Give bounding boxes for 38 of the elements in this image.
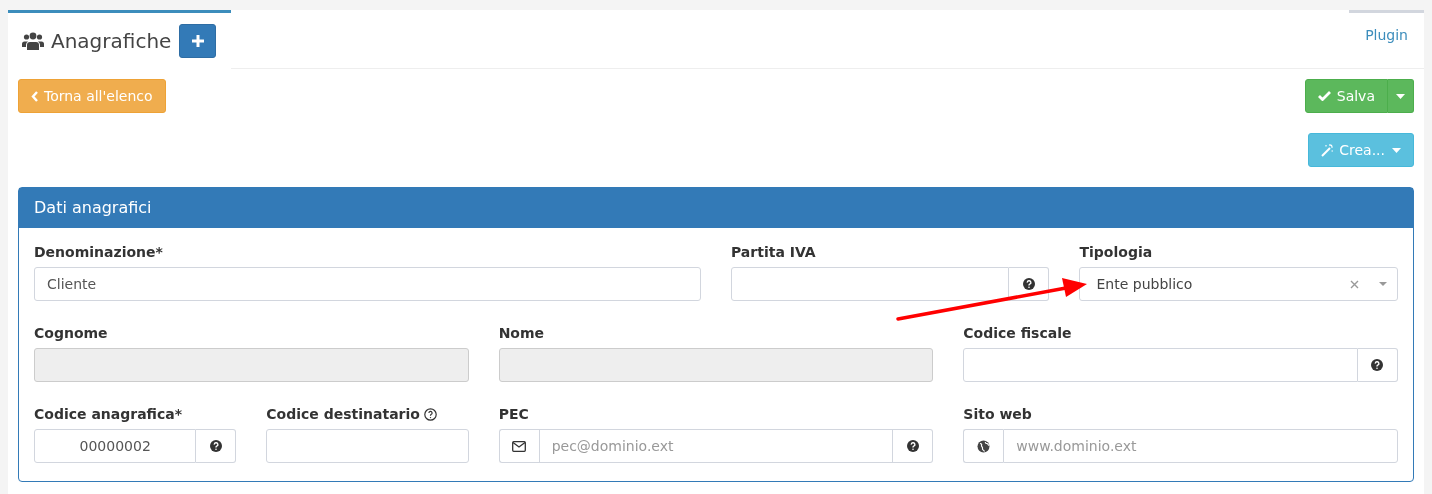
input-field[interactable] xyxy=(963,348,1358,382)
magic-wand-icon xyxy=(1321,143,1335,157)
check-icon xyxy=(1317,91,1331,101)
save-dropdown-button[interactable] xyxy=(1388,79,1414,113)
field-label: Codice fiscale xyxy=(963,323,1072,343)
envelope-icon xyxy=(512,440,527,452)
input-field[interactable]: Cliente xyxy=(34,267,701,301)
input-field[interactable]: 00000002 xyxy=(34,429,197,463)
input-field[interactable] xyxy=(731,267,1010,301)
help-icon xyxy=(209,440,222,452)
field-label: Tipologia xyxy=(1079,242,1153,262)
plus-icon xyxy=(191,35,204,47)
select-field[interactable]: Ente pubblico xyxy=(1079,267,1398,301)
field-label: Nome xyxy=(498,323,545,343)
help-icon xyxy=(906,440,919,452)
tab[interactable]: Plugin xyxy=(1349,10,1424,68)
add-button[interactable] xyxy=(179,24,217,58)
input-field[interactable] xyxy=(266,429,469,463)
field-label: Denominazione* xyxy=(34,242,163,262)
caret-icon xyxy=(1396,93,1405,99)
field-label: Sito web xyxy=(963,404,1032,424)
caret-icon xyxy=(1379,282,1387,286)
caret-icon xyxy=(1392,147,1401,153)
input-field[interactable]: www.dominio.ext xyxy=(1003,429,1398,463)
panel-header: Dati anagrafici xyxy=(19,188,1413,228)
chevron-left-icon xyxy=(31,90,38,102)
input-field[interactable]: pec@dominio.ext xyxy=(538,429,894,463)
field-label: Codice anagrafica* xyxy=(34,404,183,424)
tab[interactable]: Anagrafiche xyxy=(8,10,232,69)
help-icon xyxy=(1371,359,1384,371)
users-icon xyxy=(22,32,44,50)
clear-icon[interactable] xyxy=(1350,279,1359,289)
field-label: Codice destinatario xyxy=(266,404,420,424)
field-label: PEC xyxy=(498,404,529,424)
globe-icon xyxy=(977,439,991,453)
field-label: Partita IVA xyxy=(731,242,816,262)
help-icon xyxy=(1023,278,1035,290)
field-label: Cognome xyxy=(34,323,108,343)
